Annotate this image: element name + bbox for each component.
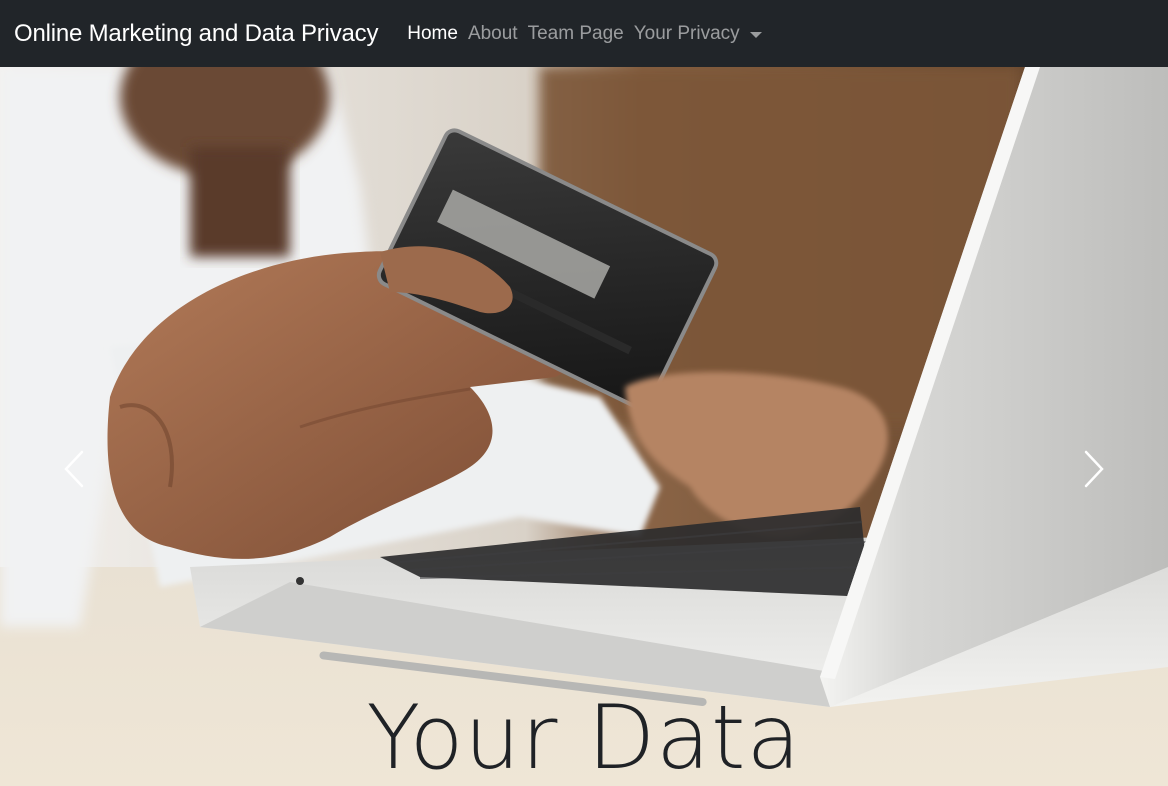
top-navbar: Online Marketing and Data Privacy Home A… — [0, 0, 1168, 67]
carousel-caption-title: Your Data — [366, 686, 802, 786]
nav-dropdown-label: Your Privacy — [633, 22, 740, 44]
nav-links: Home About Team Page Your Privacy — [407, 23, 771, 45]
carousel-next-button[interactable] — [1074, 439, 1114, 499]
navbar-brand[interactable]: Online Marketing and Data Privacy — [14, 20, 378, 48]
hero-image — [0, 67, 1168, 786]
nav-link-about[interactable]: About — [468, 23, 528, 45]
nav-dropdown-your-privacy[interactable]: Your Privacy — [634, 23, 772, 45]
chevron-left-icon — [64, 450, 84, 488]
nav-link-home[interactable]: Home — [407, 23, 468, 45]
chevron-right-icon — [1084, 450, 1104, 488]
nav-link-team-page[interactable]: Team Page — [528, 23, 634, 45]
caret-down-icon — [749, 31, 762, 38]
carousel-prev-button[interactable] — [54, 439, 94, 499]
hero-carousel: Your Data — [0, 67, 1168, 786]
